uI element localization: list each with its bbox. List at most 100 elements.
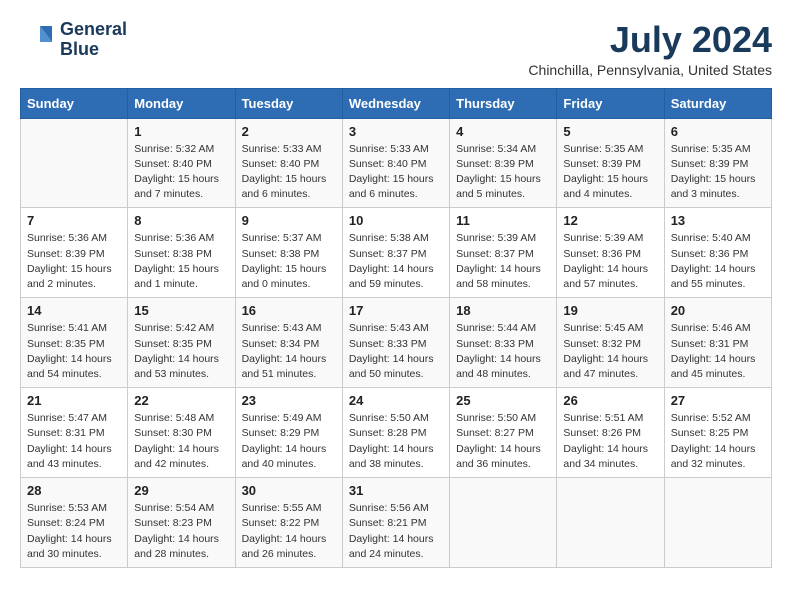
calendar-day: 27Sunrise: 5:52 AM Sunset: 8:25 PM Dayli…: [664, 388, 771, 478]
day-number: 31: [349, 483, 443, 498]
day-number: 20: [671, 303, 765, 318]
calendar-day: 20Sunrise: 5:46 AM Sunset: 8:31 PM Dayli…: [664, 298, 771, 388]
day-number: 5: [563, 124, 657, 139]
logo-text: General Blue: [60, 20, 127, 60]
calendar-day: 30 Sunrise: 5:55 AM Sunset: 8:22 PM Dayli…: [235, 478, 342, 568]
calendar-day: [664, 478, 771, 568]
day-number: 22: [134, 393, 228, 408]
day-number: 16: [242, 303, 336, 318]
header-saturday: Saturday: [664, 88, 771, 118]
header-tuesday: Tuesday: [235, 88, 342, 118]
day-info: Sunrise: 5:39 AM Sunset: 8:37 PM Dayligh…: [456, 231, 550, 292]
calendar-day: 21Sunrise: 5:47 AM Sunset: 8:31 PM Dayli…: [21, 388, 128, 478]
calendar-day: 31 Sunrise: 5:56 AM Sunset: 8:21 PM Dayli…: [342, 478, 449, 568]
day-info: Sunrise: 5:45 AM Sunset: 8:32 PM Dayligh…: [563, 321, 657, 382]
day-info: Sunrise: 5:50 AM Sunset: 8:28 PM Dayligh…: [349, 411, 443, 472]
calendar-day: 23 Sunrise: 5:49 AM Sunset: 8:29 PM Dayli…: [235, 388, 342, 478]
calendar-header-row: SundayMondayTuesdayWednesdayThursdayFrid…: [21, 88, 772, 118]
calendar-day: 14Sunrise: 5:41 AM Sunset: 8:35 PM Dayli…: [21, 298, 128, 388]
day-number: 4: [456, 124, 550, 139]
day-info: Sunrise: 5:42 AM Sunset: 8:35 PM Dayligh…: [134, 321, 228, 382]
day-number: 3: [349, 124, 443, 139]
day-info: Sunrise: 5:36 AM Sunset: 8:38 PM Dayligh…: [134, 231, 228, 292]
day-number: 1: [134, 124, 228, 139]
logo-icon: [20, 22, 56, 58]
calendar-day: 26Sunrise: 5:51 AM Sunset: 8:26 PM Dayli…: [557, 388, 664, 478]
day-number: 19: [563, 303, 657, 318]
day-info: Sunrise: 5:50 AM Sunset: 8:27 PM Dayligh…: [456, 411, 550, 472]
calendar-day: 11 Sunrise: 5:39 AM Sunset: 8:37 PM Dayli…: [450, 208, 557, 298]
day-info: Sunrise: 5:55 AM Sunset: 8:22 PM Dayligh…: [242, 501, 336, 562]
calendar-day: 22 Sunrise: 5:48 AM Sunset: 8:30 PM Dayli…: [128, 388, 235, 478]
day-number: 11: [456, 213, 550, 228]
calendar-day: 9 Sunrise: 5:37 AM Sunset: 8:38 PM Daylig…: [235, 208, 342, 298]
day-number: 29: [134, 483, 228, 498]
calendar-week-1: 1 Sunrise: 5:32 AM Sunset: 8:40 PM Daylig…: [21, 118, 772, 208]
calendar-day: 28 Sunrise: 5:53 AM Sunset: 8:24 PM Dayli…: [21, 478, 128, 568]
day-info: Sunrise: 5:53 AM Sunset: 8:24 PM Dayligh…: [27, 501, 121, 562]
day-info: Sunrise: 5:33 AM Sunset: 8:40 PM Dayligh…: [349, 142, 443, 203]
day-info: Sunrise: 5:39 AM Sunset: 8:36 PM Dayligh…: [563, 231, 657, 292]
day-info: Sunrise: 5:36 AM Sunset: 8:39 PM Dayligh…: [27, 231, 121, 292]
day-info: Sunrise: 5:37 AM Sunset: 8:38 PM Dayligh…: [242, 231, 336, 292]
day-number: 18: [456, 303, 550, 318]
day-number: 6: [671, 124, 765, 139]
day-number: 28: [27, 483, 121, 498]
day-info: Sunrise: 5:56 AM Sunset: 8:21 PM Dayligh…: [349, 501, 443, 562]
calendar-day: 4 Sunrise: 5:34 AM Sunset: 8:39 PM Daylig…: [450, 118, 557, 208]
calendar-day: 10Sunrise: 5:38 AM Sunset: 8:37 PM Dayli…: [342, 208, 449, 298]
day-number: 17: [349, 303, 443, 318]
day-info: Sunrise: 5:35 AM Sunset: 8:39 PM Dayligh…: [671, 142, 765, 203]
header-sunday: Sunday: [21, 88, 128, 118]
calendar-day: 12 Sunrise: 5:39 AM Sunset: 8:36 PM Dayli…: [557, 208, 664, 298]
day-number: 8: [134, 213, 228, 228]
day-number: 9: [242, 213, 336, 228]
day-number: 13: [671, 213, 765, 228]
day-info: Sunrise: 5:43 AM Sunset: 8:33 PM Dayligh…: [349, 321, 443, 382]
day-number: 12: [563, 213, 657, 228]
calendar-day: 17 Sunrise: 5:43 AM Sunset: 8:33 PM Dayli…: [342, 298, 449, 388]
day-info: Sunrise: 5:40 AM Sunset: 8:36 PM Dayligh…: [671, 231, 765, 292]
calendar-day: 13 Sunrise: 5:40 AM Sunset: 8:36 PM Dayli…: [664, 208, 771, 298]
calendar-day: 1 Sunrise: 5:32 AM Sunset: 8:40 PM Daylig…: [128, 118, 235, 208]
header-friday: Friday: [557, 88, 664, 118]
header-monday: Monday: [128, 88, 235, 118]
day-number: 25: [456, 393, 550, 408]
day-info: Sunrise: 5:44 AM Sunset: 8:33 PM Dayligh…: [456, 321, 550, 382]
calendar-table: SundayMondayTuesdayWednesdayThursdayFrid…: [20, 88, 772, 568]
calendar-week-5: 28 Sunrise: 5:53 AM Sunset: 8:24 PM Dayli…: [21, 478, 772, 568]
day-info: Sunrise: 5:48 AM Sunset: 8:30 PM Dayligh…: [134, 411, 228, 472]
logo: General Blue: [20, 20, 127, 60]
calendar-day: 8 Sunrise: 5:36 AM Sunset: 8:38 PM Daylig…: [128, 208, 235, 298]
location: Chinchilla, Pennsylvania, United States: [528, 62, 772, 78]
day-info: Sunrise: 5:34 AM Sunset: 8:39 PM Dayligh…: [456, 142, 550, 203]
day-number: 23: [242, 393, 336, 408]
calendar-day: 5Sunrise: 5:35 AM Sunset: 8:39 PM Daylig…: [557, 118, 664, 208]
day-number: 21: [27, 393, 121, 408]
day-number: 26: [563, 393, 657, 408]
day-number: 30: [242, 483, 336, 498]
day-info: Sunrise: 5:52 AM Sunset: 8:25 PM Dayligh…: [671, 411, 765, 472]
day-number: 2: [242, 124, 336, 139]
day-number: 7: [27, 213, 121, 228]
calendar-day: 2 Sunrise: 5:33 AM Sunset: 8:40 PM Daylig…: [235, 118, 342, 208]
day-info: Sunrise: 5:49 AM Sunset: 8:29 PM Dayligh…: [242, 411, 336, 472]
calendar-week-3: 14Sunrise: 5:41 AM Sunset: 8:35 PM Dayli…: [21, 298, 772, 388]
calendar-day: 18 Sunrise: 5:44 AM Sunset: 8:33 PM Dayli…: [450, 298, 557, 388]
calendar-day: [21, 118, 128, 208]
calendar-day: 3 Sunrise: 5:33 AM Sunset: 8:40 PM Daylig…: [342, 118, 449, 208]
calendar-day: 19 Sunrise: 5:45 AM Sunset: 8:32 PM Dayli…: [557, 298, 664, 388]
day-info: Sunrise: 5:32 AM Sunset: 8:40 PM Dayligh…: [134, 142, 228, 203]
calendar-day: [557, 478, 664, 568]
day-number: 14: [27, 303, 121, 318]
calendar-day: 15 Sunrise: 5:42 AM Sunset: 8:35 PM Dayli…: [128, 298, 235, 388]
calendar-week-2: 7 Sunrise: 5:36 AM Sunset: 8:39 PM Daylig…: [21, 208, 772, 298]
day-info: Sunrise: 5:33 AM Sunset: 8:40 PM Dayligh…: [242, 142, 336, 203]
day-number: 10: [349, 213, 443, 228]
calendar-day: 24 Sunrise: 5:50 AM Sunset: 8:28 PM Dayli…: [342, 388, 449, 478]
calendar-day: 6 Sunrise: 5:35 AM Sunset: 8:39 PM Daylig…: [664, 118, 771, 208]
day-number: 24: [349, 393, 443, 408]
day-number: 15: [134, 303, 228, 318]
day-info: Sunrise: 5:54 AM Sunset: 8:23 PM Dayligh…: [134, 501, 228, 562]
calendar-day: 16Sunrise: 5:43 AM Sunset: 8:34 PM Dayli…: [235, 298, 342, 388]
